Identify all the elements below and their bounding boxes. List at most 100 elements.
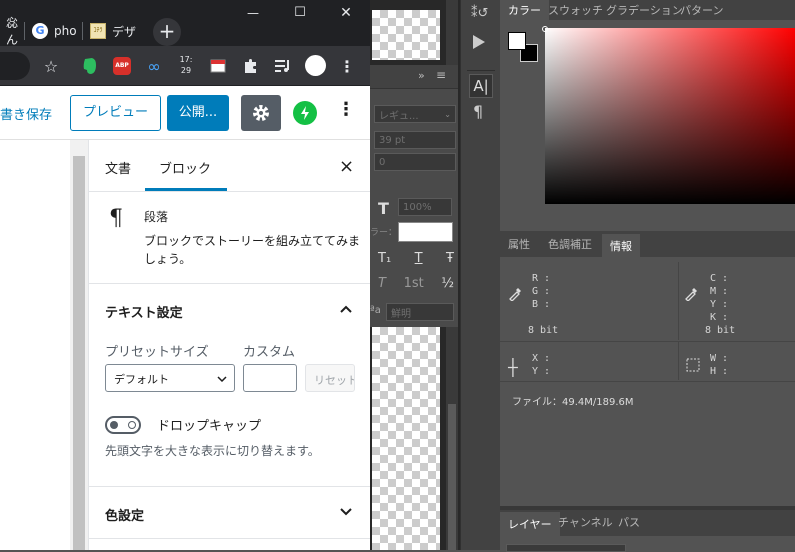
dropcap-toggle[interactable] (105, 416, 141, 434)
tab-block[interactable]: ブロック (159, 158, 211, 177)
color-label: ラー： (370, 228, 398, 238)
dropcap-label: ドロップキャップ (157, 419, 262, 434)
color-picker-cursor[interactable] (542, 26, 548, 32)
tab-properties[interactable]: 属性 (500, 234, 538, 254)
height-readout: H : (710, 366, 729, 377)
font-size-select[interactable]: 39 pt (374, 131, 456, 149)
infinity-extension-icon[interactable]: ∞ (144, 56, 164, 76)
font-style-select[interactable]: レギュ... ⌄ (374, 105, 456, 123)
chevron-down-icon[interactable] (339, 507, 353, 517)
profile-avatar[interactable] (305, 55, 326, 76)
clock-counter-top: 17: (179, 55, 193, 64)
layers-panel-tabs: レイヤー チャンネル パス (500, 510, 795, 536)
color-settings-title[interactable]: 色設定 (105, 505, 144, 524)
tab-divider (24, 22, 25, 40)
tab-info[interactable]: 情報 (602, 234, 640, 257)
adblock-icon[interactable]: ABP (112, 56, 132, 76)
italic-icon[interactable]: T (378, 276, 386, 292)
transparent-canvas[interactable] (372, 10, 440, 60)
tab-adjustments[interactable]: 色調補正 (540, 234, 600, 254)
layer-filter-field[interactable] (506, 544, 626, 552)
play-actions-icon[interactable] (473, 35, 485, 49)
chevron-down-icon: ⌄ (444, 109, 451, 119)
y-readout: Y : (532, 366, 551, 377)
magenta-readout: M : (710, 286, 729, 297)
color-picker-field[interactable] (545, 28, 795, 204)
toggle-off-marker (128, 421, 136, 429)
star-bookmark-icon[interactable]: ☆ (41, 56, 61, 76)
preview-button[interactable]: プレビュー (70, 95, 161, 131)
browser-tab[interactable]: 惢ん (0, 16, 24, 47)
ordinal-icon[interactable]: 1st (404, 276, 424, 292)
color-settings-panel[interactable]: 色設定 (89, 487, 370, 539)
editor-header: 書き保存 プレビュー 公開... ⋮ (0, 86, 370, 140)
editor-canvas[interactable] (0, 140, 70, 550)
evernote-icon[interactable] (80, 56, 100, 76)
antialias-select[interactable]: 鮮明 (386, 303, 454, 321)
scrollbar-thumb[interactable] (73, 156, 85, 550)
font-style-value: レギュ... (379, 110, 419, 122)
character-panel-header: » ≡ (370, 65, 458, 89)
tracking-select[interactable]: 0 (374, 153, 456, 171)
crosshair-icon: ┼ (508, 358, 518, 377)
address-bar[interactable] (0, 52, 30, 80)
preset-size-select[interactable]: デフォルト (105, 364, 235, 392)
text-color-swatch[interactable] (398, 222, 453, 242)
maximize-button[interactable]: ☐ (290, 5, 310, 25)
close-window-button[interactable]: ✕ (336, 5, 356, 25)
text-settings-panel: テキスト設定 プリセットサイズ カスタム デフォルト リセット ドロップキャップ… (89, 284, 370, 487)
scrollbar-thumb[interactable] (448, 404, 456, 550)
screenshot-extension-icon[interactable] (208, 56, 228, 76)
browser-tab[interactable]: ｺﾁﾗ デザ (84, 16, 144, 46)
vertical-scale-input[interactable]: 100% (398, 198, 452, 216)
subscript-icon[interactable]: T₁ (378, 251, 391, 267)
custom-size-input[interactable] (243, 364, 297, 392)
transparent-canvas[interactable] (372, 327, 440, 550)
character-panel-icon[interactable]: A| (469, 74, 493, 98)
info-divider (500, 341, 795, 342)
puzzle-extensions-icon[interactable] (241, 56, 261, 76)
strikethrough-icon[interactable]: Ŧ (446, 251, 454, 267)
paragraph-panel-icon[interactable]: ¶ (473, 102, 483, 121)
more-options-icon[interactable]: ⋮ (337, 99, 355, 125)
publish-button[interactable]: 公開... (167, 95, 229, 131)
chrome-menu-icon[interactable]: ⋮ (337, 56, 357, 76)
new-tab-button[interactable]: + (153, 18, 181, 46)
block-title: 段落 (144, 210, 169, 224)
minimize-button[interactable]: — (243, 6, 263, 26)
tab-divider (82, 22, 83, 40)
media-playlist-icon[interactable] (273, 56, 293, 76)
chevron-up-icon[interactable] (339, 304, 353, 314)
browser-tab[interactable]: G pho (26, 16, 82, 46)
jetpack-icon[interactable] (293, 101, 317, 125)
panel-dock: ⁑↺ A| ¶ (460, 0, 500, 550)
editor-scrollbar[interactable] (70, 140, 88, 550)
foreground-color-swatch[interactable] (508, 32, 526, 50)
xy-readout: X : Y : (532, 352, 550, 378)
clock-extension-icon[interactable]: 17: 29 (174, 54, 198, 78)
browser-window: 惢ん G pho ｺﾁﾗ デザ + — ☐ ✕ ☆ ABP ∞ 17: 29 ⋮… (0, 0, 370, 550)
underline-icon[interactable]: T (415, 251, 423, 267)
tab-document[interactable]: 文書 (105, 158, 131, 177)
history-icon[interactable]: ⁑↺ (471, 6, 488, 21)
vertical-scale-value: 100% (403, 201, 432, 213)
block-sidebar: 文書 ブロック × ¶ 段落 ブロックでストーリーを組み立ててみましょう。 テキ… (88, 140, 370, 550)
panel-menu-icon[interactable]: ≡ (436, 68, 446, 82)
reset-button[interactable]: リセット (305, 364, 355, 392)
close-sidebar-button[interactable]: × (339, 156, 354, 177)
clock-counter-bottom: 29 (180, 66, 192, 75)
collapse-panel-icon[interactable]: » (418, 69, 425, 82)
settings-button[interactable] (241, 95, 281, 131)
block-card: ¶ 段落 ブロックでストーリーを組み立ててみましょう。 (89, 192, 370, 284)
custom-size-label: カスタム (243, 345, 296, 360)
cyan-readout: C : (710, 273, 729, 284)
tab-paths[interactable]: パス (610, 512, 648, 532)
save-draft-button[interactable]: 書き保存 (0, 104, 52, 123)
chevron-down-icon (217, 376, 227, 383)
fraction-icon[interactable]: ½ (441, 276, 454, 292)
tab-patterns[interactable]: パターン (672, 0, 731, 20)
editor-body: 文書 ブロック × ¶ 段落 ブロックでストーリーを組み立ててみましょう。 テキ… (0, 140, 370, 550)
text-settings-title[interactable]: テキスト設定 (105, 302, 183, 321)
reset-button-label: リセット (314, 374, 355, 387)
red-readout: R : (532, 273, 551, 284)
